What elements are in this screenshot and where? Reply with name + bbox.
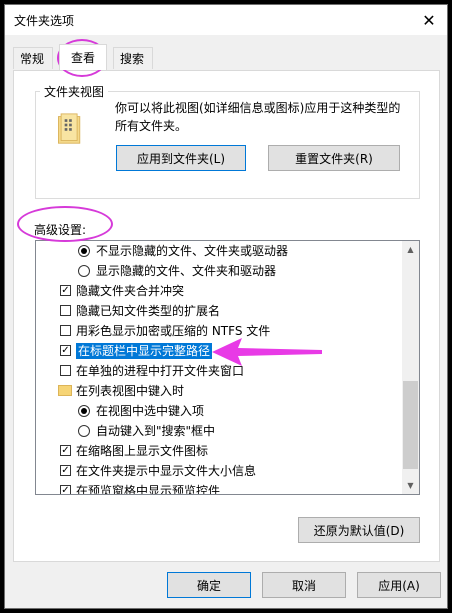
list-item-label: 不显示隐藏的文件、文件夹或驱动器 bbox=[96, 244, 289, 258]
folder-views-label: 文件夹视图 bbox=[40, 83, 109, 100]
tab-search[interactable]: 搜索 bbox=[113, 47, 153, 69]
window-title: 文件夹选项 bbox=[14, 14, 75, 28]
list-item-label: 隐藏已知文件类型的扩展名 bbox=[76, 304, 221, 318]
apply-to-folders-button[interactable]: 应用到文件夹(L) bbox=[116, 145, 246, 171]
list-item[interactable]: 在视图中选中键入项 bbox=[36, 401, 402, 421]
radio-button[interactable] bbox=[78, 405, 90, 417]
scrollbar-thumb[interactable] bbox=[403, 381, 418, 469]
list-item-label: 在标题栏中显示完整路径 bbox=[76, 343, 213, 359]
restore-defaults-button[interactable]: 还原为默认值(D) bbox=[298, 517, 420, 543]
list-item-label: 在缩略图上显示文件图标 bbox=[76, 444, 209, 458]
advanced-settings-list[interactable]: 不显示隐藏的文件、文件夹或驱动器 显示隐藏的文件、文件夹和驱动器 ✓ 隐藏文件夹合并冲… bbox=[35, 240, 420, 495]
folder-icon bbox=[58, 385, 72, 396]
apply-button[interactable]: 应用(A) bbox=[357, 572, 441, 598]
cancel-button[interactable]: 取消 bbox=[262, 572, 346, 598]
list-item[interactable]: ✓ 在文件夹提示中显示文件大小信息 bbox=[36, 461, 402, 481]
checkbox[interactable]: ✓ bbox=[60, 285, 71, 296]
list-item-label: 隐藏文件夹合并冲突 bbox=[76, 284, 185, 298]
radio-button[interactable] bbox=[78, 425, 90, 437]
checkbox[interactable] bbox=[60, 325, 71, 336]
title-bar[interactable]: 文件夹选项 ✕ bbox=[5, 5, 447, 35]
checkbox[interactable]: ✓ bbox=[60, 445, 71, 456]
list-item-label: 用彩色显示加密或压缩的 NTFS 文件 bbox=[76, 324, 271, 338]
list-item-label: 自动键入到"搜索"框中 bbox=[96, 424, 216, 438]
annotation-arrow-icon bbox=[212, 338, 322, 366]
radio-button[interactable] bbox=[78, 265, 90, 277]
list-item-label: 在列表视图中键入时 bbox=[76, 384, 185, 398]
list-item[interactable]: ✓ 在预览窗格中显示预览控件 bbox=[36, 481, 402, 494]
list-item-label: 在预览窗格中显示预览控件 bbox=[76, 484, 221, 494]
checkbox[interactable]: ✓ bbox=[60, 345, 71, 356]
list-item[interactable]: 显示隐藏的文件、文件夹和驱动器 bbox=[36, 261, 402, 281]
list-item-label: 在文件夹提示中显示文件大小信息 bbox=[76, 464, 257, 478]
vertical-scrollbar[interactable]: ▲ ▼ bbox=[402, 241, 419, 494]
advanced-settings-items: 不显示隐藏的文件、文件夹或驱动器 显示隐藏的文件、文件夹和驱动器 ✓ 隐藏文件夹合并冲… bbox=[36, 241, 402, 494]
scroll-up-icon[interactable]: ▲ bbox=[402, 241, 419, 258]
list-item[interactable]: 在列表视图中键入时 bbox=[36, 381, 402, 401]
folder-views-description: 你可以将此视图(如详细信息或图标)应用于这种类型的所有文件夹。 bbox=[115, 101, 401, 133]
ok-button[interactable]: 确定 bbox=[167, 572, 251, 598]
annotation-circle-advanced bbox=[17, 206, 113, 242]
checkbox[interactable]: ✓ bbox=[60, 485, 71, 494]
tab-view[interactable]: 查看 bbox=[59, 44, 107, 70]
list-item[interactable]: 不显示隐藏的文件、文件夹或驱动器 bbox=[36, 241, 402, 261]
list-item[interactable]: 自动键入到"搜索"框中 bbox=[36, 421, 402, 441]
list-item[interactable]: ✓ 在缩略图上显示文件图标 bbox=[36, 441, 402, 461]
tab-general[interactable]: 常规 bbox=[13, 47, 53, 69]
list-item-label: 显示隐藏的文件、文件夹和驱动器 bbox=[96, 264, 277, 278]
list-item[interactable]: 隐藏已知文件类型的扩展名 bbox=[36, 301, 402, 321]
list-item-label: 在视图中选中键入项 bbox=[96, 404, 205, 418]
list-item[interactable]: ✓ 隐藏文件夹合并冲突 bbox=[36, 281, 402, 301]
close-icon[interactable]: ✕ bbox=[411, 5, 447, 35]
radio-button[interactable] bbox=[78, 245, 90, 257]
folder-view-icon bbox=[58, 113, 81, 144]
checkbox[interactable]: ✓ bbox=[60, 465, 71, 476]
scroll-down-icon[interactable]: ▼ bbox=[402, 477, 419, 494]
reset-folders-button[interactable]: 重置文件夹(R) bbox=[268, 145, 400, 171]
checkbox[interactable] bbox=[60, 305, 71, 316]
checkbox[interactable] bbox=[60, 365, 71, 376]
